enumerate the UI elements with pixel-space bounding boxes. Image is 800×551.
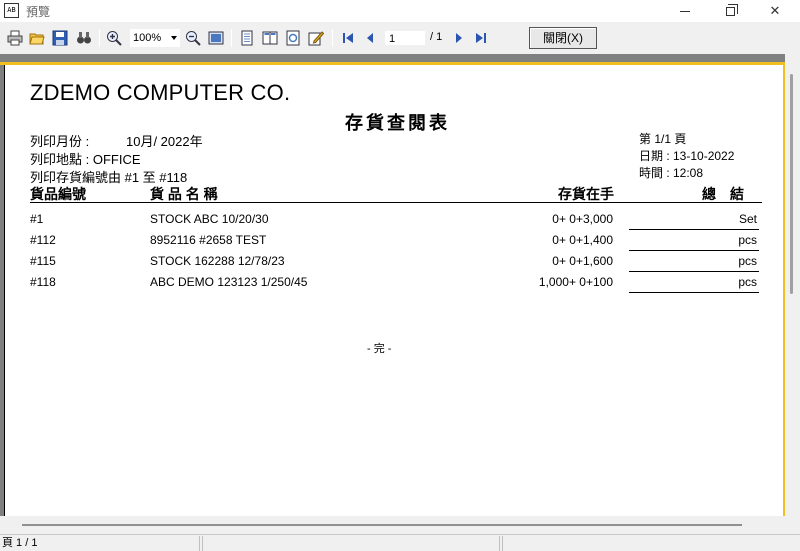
prev-page-button[interactable]	[360, 28, 380, 48]
find-icon	[77, 32, 91, 44]
two-page-icon	[262, 31, 278, 45]
status-bar: 頁 1 / 1	[0, 534, 800, 551]
maximize-icon	[725, 3, 738, 16]
save-button[interactable]	[50, 28, 70, 48]
two-page-button[interactable]	[260, 28, 280, 48]
export-icon	[286, 30, 300, 46]
last-page-button[interactable]	[471, 28, 491, 48]
row-name: ABC DEMO 123123 1/250/45	[150, 275, 308, 289]
prev-page-icon	[367, 33, 373, 43]
zoom-out-button[interactable]	[183, 28, 203, 48]
print-month-label: 列印月份 :	[30, 134, 90, 149]
end-of-report: - 完 -	[367, 343, 392, 355]
fit-page-icon	[208, 31, 224, 45]
page-info: 第 1/1 頁	[639, 132, 687, 146]
row-underline	[629, 292, 759, 293]
vertical-scrollbar[interactable]	[785, 54, 800, 516]
row-underline	[629, 229, 759, 230]
column-header-total: 總 結	[702, 186, 744, 202]
row-code: #118	[30, 275, 56, 289]
page-number-input[interactable]: 1	[384, 30, 426, 46]
app-icon: AB	[4, 3, 19, 18]
page-total: / 1	[430, 31, 443, 43]
column-header-name: 貨 品 名 稱	[150, 186, 218, 202]
report-page: ZDEMO COMPUTER CO. 存貨查閱表 列印月份 : 10月/ 202…	[4, 65, 783, 516]
status-panel	[502, 536, 800, 551]
zoom-select[interactable]: 100%	[130, 29, 180, 47]
find-button[interactable]	[74, 28, 94, 48]
chevron-down-icon	[171, 36, 177, 40]
toolbar-separator	[231, 29, 232, 47]
first-page-icon	[343, 33, 353, 43]
zoom-in-button[interactable]	[104, 28, 124, 48]
row-unit: pcs	[738, 233, 757, 247]
column-header-code: 貨品編號	[30, 186, 86, 202]
row-unit: pcs	[738, 254, 757, 268]
toolbar: 100% 1 / 1 關閉(X)	[0, 22, 800, 54]
zoom-in-icon	[107, 31, 122, 46]
row-stock: 0+ 0+1,400	[552, 233, 613, 247]
company-name: ZDEMO COMPUTER CO.	[30, 80, 291, 105]
status-page: 頁 1 / 1	[0, 536, 200, 551]
row-code: #1	[30, 212, 44, 226]
scrollbar-thumb[interactable]	[22, 524, 742, 526]
single-page-button[interactable]	[237, 28, 257, 48]
scrollbar-thumb[interactable]	[790, 74, 793, 294]
title-bar: AB 預覽 ✕	[0, 0, 800, 22]
row-unit: Set	[738, 212, 757, 226]
row-underline	[629, 271, 759, 272]
close-button[interactable]: 關閉(X)	[529, 27, 597, 49]
open-button[interactable]	[27, 28, 47, 48]
row-name: STOCK ABC 10/20/30	[150, 212, 269, 226]
close-icon: ✕	[769, 3, 781, 18]
row-unit: pcs	[738, 275, 757, 289]
window-title: 預覽	[26, 5, 51, 19]
toolbar-separator	[332, 29, 333, 47]
row-stock: 0+ 0+1,600	[552, 254, 613, 268]
date-info: 日期 : 13-10-2022	[639, 149, 735, 163]
next-page-icon	[456, 33, 462, 43]
print-icon	[7, 30, 23, 46]
minimize-icon	[680, 10, 690, 12]
edit-button[interactable]	[306, 28, 326, 48]
row-code: #115	[30, 254, 56, 268]
report-title: 存貨查閱表	[345, 113, 450, 134]
print-button[interactable]	[5, 28, 25, 48]
row-stock: 1,000+ 0+100	[538, 275, 613, 289]
export-button[interactable]	[283, 28, 303, 48]
zoom-value: 100%	[133, 32, 162, 44]
print-location: 列印地點 : OFFICE	[30, 152, 141, 167]
single-page-icon	[241, 30, 253, 46]
close-window-button[interactable]: ✕	[752, 0, 798, 22]
fit-page-button[interactable]	[206, 28, 226, 48]
row-code: #112	[30, 233, 56, 247]
preview-area: ZDEMO COMPUTER CO. 存貨查閱表 列印月份 : 10月/ 202…	[0, 54, 785, 516]
row-name: STOCK 162288 12/78/23	[150, 254, 285, 268]
edit-icon	[308, 31, 324, 46]
column-header-stock: 存貨在手	[558, 186, 614, 202]
maximize-button[interactable]	[707, 0, 753, 22]
save-icon	[52, 30, 68, 46]
minimize-button[interactable]	[662, 0, 708, 22]
status-panel	[202, 536, 500, 551]
horizontal-scrollbar[interactable]	[0, 516, 785, 534]
row-underline	[629, 250, 759, 251]
first-page-button[interactable]	[338, 28, 358, 48]
time-info: 時間 : 12:08	[639, 166, 704, 180]
last-page-icon	[476, 33, 486, 43]
preview-window: AB 預覽 ✕ 100% 1 / 1 關閉(X) ZDEMO COMPUTER …	[0, 0, 800, 551]
next-page-button[interactable]	[449, 28, 469, 48]
toolbar-separator	[99, 29, 100, 47]
zoom-out-icon	[186, 31, 201, 46]
row-name: 8952116 #2658 TEST	[150, 233, 267, 247]
header-divider	[30, 202, 762, 203]
print-month-value: 10月/ 2022年	[126, 134, 203, 149]
row-stock: 0+ 0+3,000	[552, 212, 613, 226]
open-icon	[29, 33, 45, 45]
